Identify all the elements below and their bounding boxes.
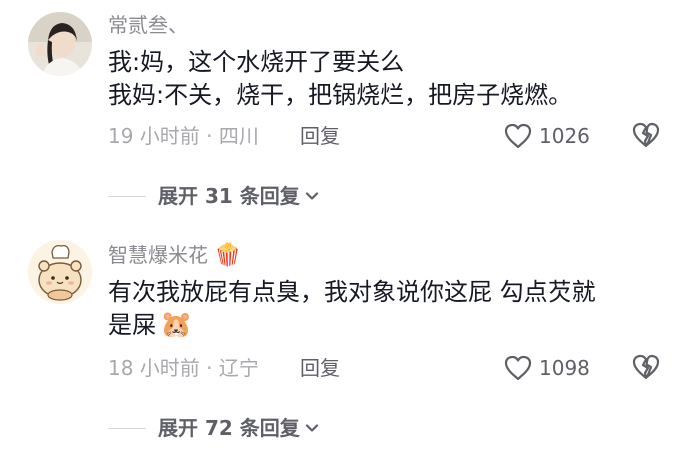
chevron-down-icon: [305, 424, 318, 432]
hamster-emoji: 🐹: [160, 310, 193, 340]
username-text: 智慧爆米花: [108, 243, 208, 267]
heart-outline-icon: [504, 123, 532, 149]
chevron-down-icon: [305, 192, 318, 200]
avatar-photo: [28, 12, 92, 76]
reply-button[interactable]: 回复: [300, 355, 340, 381]
comment-time-location: 19 小时前 · 四川: [108, 124, 259, 148]
dislike-button[interactable]: [631, 121, 661, 151]
comment-username[interactable]: 智慧爆米花 🍿: [108, 242, 242, 269]
comment-line: 我妈:不关，烧干，把锅烧烂，把房子烧燃。: [108, 81, 573, 109]
comment-item: 常贰叁、 我:妈，这个水烧开了要关么 我妈:不关，烧干，把锅烧烂，把房子烧燃。 …: [0, 0, 690, 225]
broken-heart-icon: [632, 354, 660, 380]
like-count: 1026: [539, 124, 590, 148]
expand-replies-button[interactable]: 展开 72 条回复: [158, 415, 320, 441]
broken-heart-icon: [632, 122, 660, 148]
reply-button[interactable]: 回复: [300, 123, 340, 149]
expand-replies-label: 展开 31 条回复: [158, 184, 300, 208]
expand-replies-row: 展开 72 条回复: [108, 413, 320, 443]
like-button[interactable]: 1098: [503, 353, 590, 383]
heart-outline-icon: [504, 355, 532, 381]
comment-line: 有次我放屁有点臭，我对象说你这屁 勾点芡就: [108, 278, 596, 306]
username-text: 常贰叁、: [108, 13, 188, 37]
like-button[interactable]: 1026: [503, 121, 590, 151]
user-avatar[interactable]: [28, 12, 92, 76]
like-count: 1098: [539, 356, 590, 380]
expand-replies-button[interactable]: 展开 31 条回复: [158, 183, 320, 209]
comment-line: 是屎 🐹: [108, 309, 596, 342]
dislike-button[interactable]: [631, 353, 661, 383]
user-avatar[interactable]: [28, 240, 92, 304]
comment-line: 我:妈，这个水烧开了要关么: [108, 48, 405, 76]
comment-username[interactable]: 常贰叁、: [108, 12, 188, 38]
popcorn-emoji: 🍿: [214, 243, 242, 268]
comment-text: 我:妈，这个水烧开了要关么 我妈:不关，烧干，把锅烧烂，把房子烧燃。: [108, 46, 572, 112]
expand-replies-label: 展开 72 条回复: [158, 416, 300, 440]
comment-item: 智慧爆米花 🍿 有次我放屁有点臭，我对象说你这屁 勾点芡就 是屎 🐹 18 小时前…: [0, 225, 690, 455]
avatar-illustration: [28, 240, 92, 304]
comment-time-location: 18 小时前 · 辽宁: [108, 356, 259, 380]
divider-line: [108, 195, 146, 197]
comment-text: 有次我放屁有点臭，我对象说你这屁 勾点芡就 是屎 🐹: [108, 276, 596, 342]
expand-replies-row: 展开 31 条回复: [108, 181, 320, 211]
comment-line-text: 是屎: [108, 311, 156, 339]
divider-line: [108, 427, 146, 429]
